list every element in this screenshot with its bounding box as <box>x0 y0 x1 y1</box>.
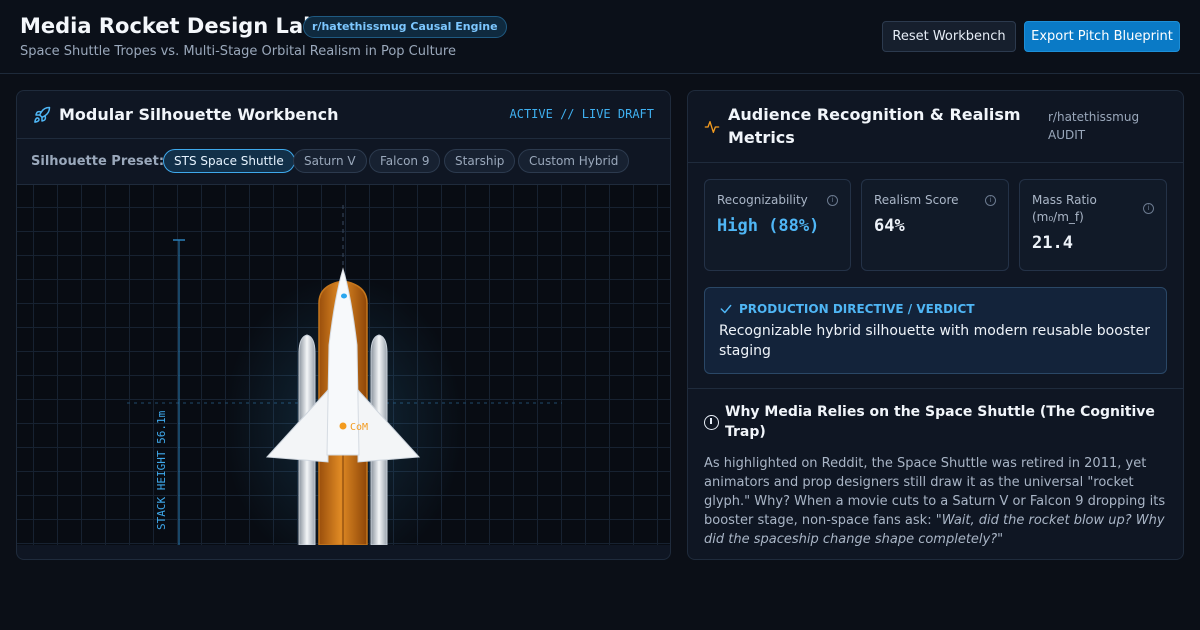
metrics-header: Audience Recognition & Realism Metrics r… <box>688 91 1183 163</box>
info-icon[interactable]: i <box>1143 203 1154 214</box>
preset-label: Silhouette Preset: <box>31 154 165 169</box>
workbench-status: ACTIVE // LIVE DRAFT <box>509 107 655 121</box>
pulse-icon <box>704 121 720 133</box>
audit-tag-source: r/hatethissmug <box>1048 110 1140 124</box>
directive-text: Recognizable hybrid silhouette with mode… <box>719 323 1150 359</box>
metric-card-mass-ratio: Mass Ratio (m₀/m_f) i 21.4 <box>1019 179 1167 271</box>
metric-label: Mass Ratio (m₀/m_f) <box>1032 193 1097 224</box>
stack-height-label: STACK HEIGHT 56.1m <box>155 410 168 530</box>
preset-chip-custom-hybrid[interactable]: Custom Hybrid <box>518 149 630 173</box>
metric-card-realism-score: Realism Score i 64% <box>861 179 1009 271</box>
export-pitch-blueprint-button[interactable]: Export Pitch Blueprint <box>1024 21 1180 52</box>
center-of-mass-marker <box>339 422 347 430</box>
preset-chip-saturn-v[interactable]: Saturn V <box>293 149 367 173</box>
metric-value-realism-score: 64% <box>874 216 905 236</box>
silhouette-workbench-panel: Modular Silhouette Workbench ACTIVE // L… <box>16 90 671 560</box>
app-subtitle: Space Shuttle Tropes vs. Multi-Stage Orb… <box>20 44 456 59</box>
metric-value-mass-ratio: 21.4 <box>1032 233 1073 253</box>
preset-row: Silhouette Preset: STS Space Shuttle Sat… <box>17 139 670 185</box>
audit-tag: r/hatethissmug AUDIT <box>1048 108 1158 144</box>
production-directive-card: PRODUCTION DIRECTIVE / VERDICT Recogniza… <box>704 287 1167 374</box>
section-divider <box>688 388 1183 389</box>
silhouette-canvas[interactable]: STACK HEIGHT 56.1m CoM <box>17 185 670 545</box>
workbench-header: Modular Silhouette Workbench ACTIVE // L… <box>17 91 670 139</box>
check-icon <box>720 304 732 314</box>
info-icon[interactable]: i <box>827 195 838 206</box>
workbench-title: Modular Silhouette Workbench <box>59 105 339 124</box>
preset-chip-starship[interactable]: Starship <box>444 149 516 173</box>
engine-badge: r/hatethissmug Causal Engine <box>303 16 507 38</box>
directive-heading: PRODUCTION DIRECTIVE / VERDICT <box>739 302 975 316</box>
app-header: Media Rocket Design Lab r/hatethissmug C… <box>0 0 1200 74</box>
preset-chip-falcon-9[interactable]: Falcon 9 <box>369 149 441 173</box>
why-media-heading: Why Media Relies on the Space Shuttle (T… <box>725 404 1155 440</box>
app-title: Media Rocket Design Lab <box>20 14 319 38</box>
info-circle-icon <box>704 415 719 430</box>
why-media-body: As highlighted on Reddit, the Space Shut… <box>704 454 1169 549</box>
preset-chip-sts-space-shuttle[interactable]: STS Space Shuttle <box>163 149 295 173</box>
audience-metrics-panel: Audience Recognition & Realism Metrics r… <box>687 90 1184 560</box>
com-label: CoM <box>350 422 368 433</box>
shuttle-silhouette-drawing: STACK HEIGHT 56.1m CoM <box>127 205 562 545</box>
metrics-title: Audience Recognition & Realism Metrics <box>728 105 1021 147</box>
metric-value-recognizability: High (88%) <box>717 216 820 236</box>
rocket-icon <box>34 106 51 123</box>
orbiter-cockpit <box>341 293 347 299</box>
info-icon[interactable]: i <box>985 195 996 206</box>
metric-label: Realism Score <box>874 193 959 207</box>
metric-label: Recognizability <box>717 193 808 207</box>
metric-card-recognizability: Recognizability i High (88%) <box>704 179 851 271</box>
audit-tag-label: AUDIT <box>1048 128 1086 142</box>
reset-workbench-button[interactable]: Reset Workbench <box>882 21 1016 52</box>
